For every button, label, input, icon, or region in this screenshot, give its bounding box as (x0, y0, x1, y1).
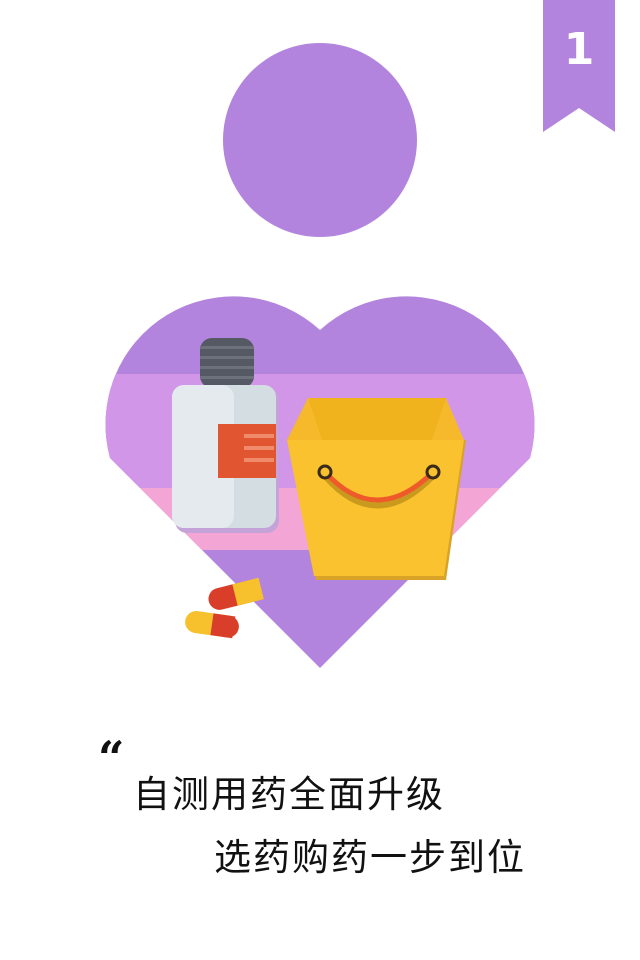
person-head-icon (223, 43, 417, 237)
shopping-bag-icon (287, 398, 466, 580)
capsule-icon (185, 577, 264, 639)
onboarding-page: 1 “ 自测用药全面升级 选药购药一步到位 (0, 0, 640, 960)
quote-mark: “ (98, 731, 125, 785)
slogan-line-2: 选药购药一步到位 (214, 836, 526, 879)
illustration (105, 43, 535, 668)
slogan-line-1: 自测用药全面升级 (133, 773, 445, 816)
